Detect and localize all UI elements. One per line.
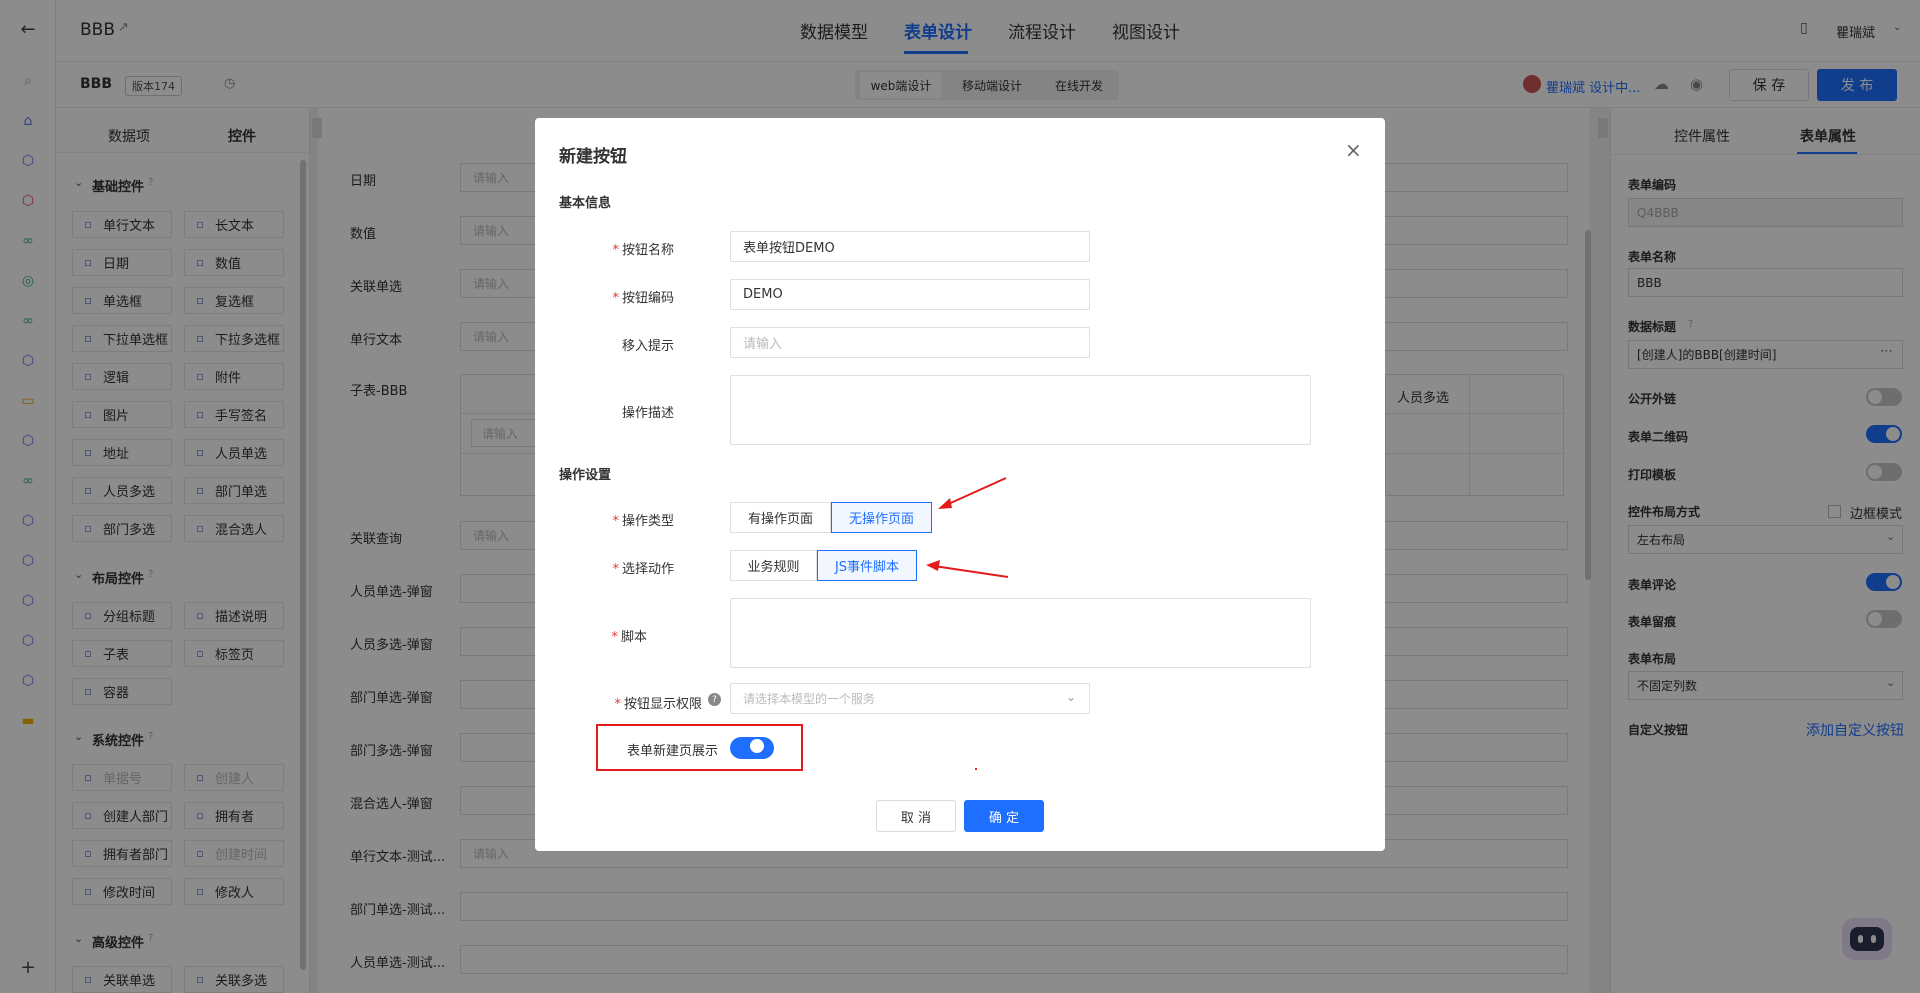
desc-label: 操作描述	[621, 406, 674, 421]
op-type-no-page[interactable]: 无操作页面	[831, 502, 932, 533]
op-type-with-page[interactable]: 有操作页面	[730, 502, 831, 533]
script-textarea[interactable]	[730, 598, 1311, 668]
close-icon[interactable]: ×	[1345, 138, 1362, 162]
show-on-new-label: 表单新建页展示	[626, 744, 718, 759]
confirm-button[interactable]: 确 定	[964, 800, 1044, 832]
hover-hint-input[interactable]: 请输入	[730, 327, 1090, 358]
action-business-rule[interactable]: 业务规则	[730, 550, 817, 581]
annotation-arrow	[926, 560, 1009, 578]
hover-hint-label: 移入提示	[621, 339, 674, 354]
show-on-new-toggle[interactable]	[730, 737, 774, 759]
cancel-button[interactable]: 取 消	[876, 800, 956, 832]
help-icon: ?	[708, 693, 721, 706]
perm-label: * 按钮显示权限	[614, 697, 702, 712]
description-textarea[interactable]	[730, 375, 1311, 445]
action-label: * 选择动作	[612, 562, 674, 577]
code-label: * 按钮编码	[612, 291, 674, 306]
op-type-label: * 操作类型	[612, 514, 674, 529]
annotation-arrow	[938, 477, 1007, 509]
button-name-input[interactable]: 表单按钮DEMO	[730, 231, 1090, 262]
section-op-settings: 操作设置	[559, 468, 612, 483]
action-js-script[interactable]: JS事件脚本	[817, 550, 917, 581]
dialog-title: 新建按钮	[559, 147, 627, 167]
name-label: * 按钮名称	[612, 243, 674, 258]
chevron-down-icon[interactable]: ⌄	[1066, 690, 1076, 704]
annotation-dot	[975, 768, 977, 770]
button-code-input[interactable]: DEMO	[730, 279, 1090, 310]
section-basic-info: 基本信息	[559, 196, 612, 211]
permission-select[interactable]: 请选择本模型的一个服务	[730, 683, 1090, 714]
script-label: * 脚本	[611, 630, 647, 645]
